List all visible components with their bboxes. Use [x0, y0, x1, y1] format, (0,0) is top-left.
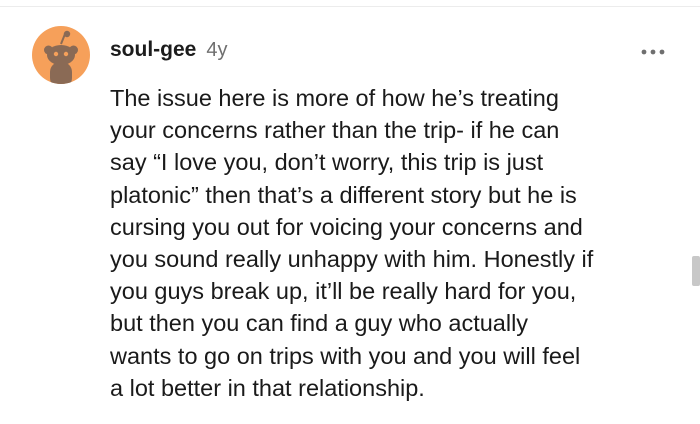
- user-avatar[interactable]: [32, 26, 90, 84]
- comment-line: but then you can find a guy who actually: [110, 310, 529, 337]
- comment-body: The issue here is more of how he’s treat…: [110, 82, 685, 404]
- username-link[interactable]: soul-gee: [110, 38, 196, 62]
- comment-line: cursing you out for voicing your concern…: [110, 213, 583, 240]
- comment-line: platonic” then that’s a different story …: [110, 181, 577, 208]
- comment-line: a lot better in that relationship.: [110, 374, 425, 401]
- reddit-snoo-avatar-icon: [44, 30, 78, 84]
- top-divider: [0, 6, 700, 7]
- scrollbar-thumb[interactable]: [692, 256, 700, 286]
- comment-header: soul-gee 4y: [110, 38, 227, 68]
- comment-age: 4y: [206, 39, 228, 61]
- comment-line: you sound really unhappy with him. Hones…: [110, 246, 594, 273]
- comment-line: wants to go on trips with you and you wi…: [110, 342, 581, 369]
- comment-line: say “I love you, don’t worry, this trip …: [110, 149, 544, 176]
- more-horizontal-icon: [641, 49, 665, 55]
- more-options-button[interactable]: [636, 40, 670, 64]
- comment-line: your concerns rather than the trip- if h…: [110, 117, 560, 144]
- comment-line: The issue here is more of how he’s treat…: [110, 85, 559, 111]
- comment-line: you guys break up, it’ll be really hard …: [110, 278, 577, 305]
